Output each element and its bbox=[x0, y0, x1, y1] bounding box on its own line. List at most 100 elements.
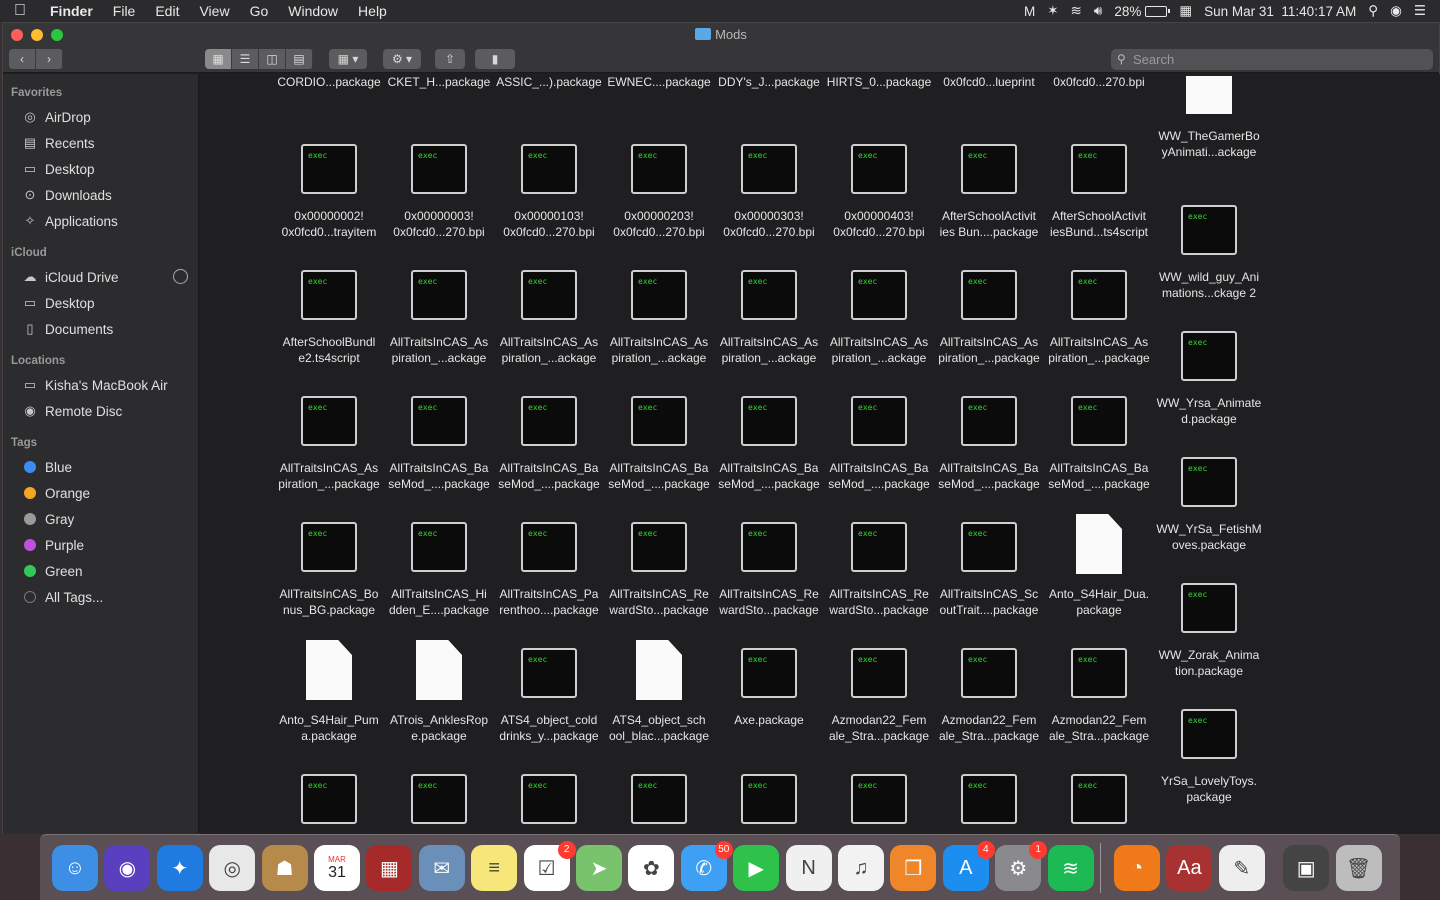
file-item[interactable]: exec AllTraitsInCAS_Ba seMod_....package bbox=[384, 396, 494, 492]
calendar-icon[interactable]: MAR 31 bbox=[314, 845, 360, 891]
file-item[interactable]: exec 0x00000303! 0x0fcd0...270.bpi bbox=[714, 144, 824, 240]
back-button[interactable]: ‹ bbox=[9, 49, 36, 69]
file-item[interactable]: 0x0fcd0...lueprint bbox=[934, 74, 1044, 90]
books-icon[interactable]: ❒ bbox=[890, 845, 937, 891]
file-item[interactable]: exec Azmodan22_Fem ale_Stra...package bbox=[934, 648, 1044, 744]
edit-tags-button[interactable]: ▮ bbox=[475, 49, 515, 69]
sidebar-item-recents[interactable]: ▤ Recents bbox=[3, 130, 198, 156]
file-item[interactable]: WW_TheGamerBo yAnimati...ackage bbox=[1154, 74, 1264, 160]
file-item[interactable]: Anto_S4Hair_Dua. package bbox=[1044, 514, 1154, 618]
icon-view-button[interactable]: ▦ bbox=[205, 49, 232, 69]
file-item[interactable]: exec AllTraitsInCAS_As piration_...package bbox=[274, 396, 384, 492]
bluetooth-icon[interactable]: ✶ bbox=[1047, 3, 1058, 19]
siri-menu-icon[interactable]: ◉ bbox=[1390, 3, 1402, 19]
file-item[interactable]: exec AfterSchoolActivit ies Bun....package bbox=[934, 144, 1044, 240]
sidebar-item-blue[interactable]: Blue bbox=[3, 454, 198, 480]
file-item[interactable]: HIRTS_0...package bbox=[824, 74, 934, 90]
gallery-view-button[interactable]: ▤ bbox=[286, 49, 313, 69]
file-item[interactable]: exec YrSa_LovelyToys. package bbox=[1154, 709, 1264, 805]
notification-center-icon[interactable]: ☰ bbox=[1414, 3, 1426, 19]
list-view-button[interactable]: ☰ bbox=[232, 49, 259, 69]
file-item[interactable]: exec AllTraitsInCAS_As piration_...ackage bbox=[384, 270, 494, 366]
siri-icon[interactable]: ◉ bbox=[104, 845, 151, 891]
file-item[interactable]: exec 0x00000003! 0x0fcd0...270.bpi bbox=[384, 144, 494, 240]
file-item[interactable]: exec AfterSchoolBundl e2.ts4script bbox=[274, 270, 384, 366]
file-item[interactable]: EWNEC....package bbox=[604, 74, 714, 90]
file-item[interactable]: 0x0fcd0...270.bpi bbox=[1044, 74, 1154, 90]
file-item[interactable]: exec WW_Yrsa_Animate d.package bbox=[1154, 331, 1264, 427]
trash-icon[interactable]: 🗑 bbox=[1335, 845, 1382, 891]
file-item[interactable]: exec WW_wild_guy_Ani mations...ckage 2 bbox=[1154, 205, 1264, 301]
file-item[interactable]: exec 0x00000403! 0x0fcd0...270.bpi bbox=[824, 144, 934, 240]
spotify-icon[interactable]: ≋ bbox=[1047, 845, 1094, 891]
file-item[interactable]: exec AllTraitsInCAS_Ba seMod_....package bbox=[824, 396, 934, 492]
sidebar-item-kisha-s-macbook-air[interactable]: ▭ Kisha's MacBook Air bbox=[3, 372, 198, 398]
menu-go[interactable]: Go bbox=[240, 3, 279, 19]
downloads-stack-icon[interactable]: ▣ bbox=[1283, 845, 1330, 891]
file-item[interactable]: DDY's_J...package bbox=[714, 74, 824, 90]
file-item[interactable]: exec ATS4_object_cold drinks_y...package bbox=[494, 648, 604, 744]
column-view-button[interactable]: ◫ bbox=[259, 49, 286, 69]
file-item[interactable]: execBED_TS4 M bbox=[1044, 774, 1154, 834]
sidebar-item-downloads[interactable]: ⊙ Downloads bbox=[3, 182, 198, 208]
file-item[interactable]: exec AllTraitsInCAS_Pa renthoo....package bbox=[494, 522, 604, 618]
sidebar-item-desktop[interactable]: ▭ Desktop bbox=[3, 290, 198, 316]
file-item[interactable]: ATS4_object_sch ool_blac...package bbox=[604, 640, 714, 744]
file-item[interactable]: exec AllTraitsInCAS_Re wardSto...package bbox=[604, 522, 714, 618]
file-item[interactable]: exec AllTraitsInCAS_Ba seMod_....package bbox=[494, 396, 604, 492]
maps-icon[interactable]: ➤ bbox=[576, 845, 622, 891]
file-item[interactable]: exec AllTraitsInCAS_As piration_...ackage bbox=[824, 270, 934, 366]
menu-app-finder[interactable]: Finder bbox=[40, 3, 103, 19]
file-item[interactable]: execBaseball bbox=[604, 774, 714, 834]
sidebar-item-all-tags[interactable]: All Tags... bbox=[3, 584, 198, 610]
sidebar-item-remote-disc[interactable]: ◉ Remote Disc bbox=[3, 398, 198, 424]
vlc-icon[interactable]: ◔ bbox=[1114, 845, 1160, 891]
sidebar-item-desktop[interactable]: ▭ Desktop bbox=[3, 156, 198, 182]
battery-status[interactable]: 28% bbox=[1114, 4, 1171, 19]
app-store-icon[interactable]: A4 bbox=[942, 841, 995, 891]
file-item[interactable]: exec AllTraitsInCAS_Ba seMod_....package bbox=[1044, 396, 1154, 492]
file-item[interactable]: exec AllTraitsInCAS_As piration_...ackage bbox=[494, 270, 604, 366]
menu-window[interactable]: Window bbox=[278, 3, 348, 19]
file-item[interactable]: ATrois_AnklesRop e.package bbox=[384, 640, 494, 744]
malwarebytes-icon[interactable]: M bbox=[1024, 4, 1035, 19]
forward-button[interactable]: › bbox=[36, 49, 63, 69]
file-item[interactable]: Anto_S4Hair_Pum a.package bbox=[274, 640, 384, 744]
contacts-icon[interactable]: ☗ bbox=[261, 845, 308, 891]
file-item[interactable]: exec AfterSchoolActivit iesBund...ts4scrip… bbox=[1044, 144, 1154, 240]
sidebar-item-gray[interactable]: Gray bbox=[3, 506, 198, 532]
file-item[interactable]: exec AllTraitsInCAS_Re wardSto...package bbox=[714, 522, 824, 618]
facetime-icon[interactable]: ▶ bbox=[733, 845, 780, 891]
sidebar-item-orange[interactable]: Orange bbox=[3, 480, 198, 506]
file-item[interactable]: exec AllTraitsInCAS_As piration_...ackage bbox=[714, 270, 824, 366]
file-item[interactable]: exec AllTraitsInCAS_Ba seMod_....package bbox=[604, 396, 714, 492]
wifi-icon[interactable]: ≋ bbox=[1071, 3, 1082, 19]
news-icon[interactable]: N bbox=[785, 845, 832, 891]
file-item[interactable]: execbasementaldrugs. bbox=[934, 774, 1044, 834]
file-item[interactable]: execB-L- bbox=[384, 774, 494, 834]
menu-view[interactable]: View bbox=[189, 3, 239, 19]
file-item[interactable]: execB-L-S_Fade- bbox=[274, 774, 384, 834]
textedit-icon[interactable]: ✎ bbox=[1218, 845, 1265, 891]
volume-icon[interactable]: 🔊︎ bbox=[1094, 3, 1103, 19]
file-item[interactable]: exec AllTraitsInCAS_As piration_...ackage bbox=[604, 270, 714, 366]
file-item[interactable]: exec 0x00000203! 0x0fcd0...270.bpi bbox=[604, 144, 714, 240]
finder-icon[interactable]: ☺ bbox=[52, 845, 98, 891]
music-icon[interactable]: ♫ bbox=[838, 845, 884, 891]
file-item[interactable]: CORDIO...package bbox=[274, 74, 384, 90]
sidebar-item-green[interactable]: Green bbox=[3, 558, 198, 584]
file-item[interactable]: exec AllTraitsInCAS_Ba seMod_....package bbox=[714, 396, 824, 492]
group-by-button[interactable]: ▦ ▾ bbox=[329, 49, 367, 69]
file-item[interactable]: exec AllTraitsInCAS_As piration_...package bbox=[1044, 270, 1154, 366]
file-item[interactable]: execBaseball Bat bbox=[494, 774, 604, 834]
photos-icon[interactable]: ✿ bbox=[628, 845, 675, 891]
dictionary-icon[interactable]: Aa bbox=[1166, 845, 1213, 891]
photo-booth-icon[interactable]: ▦ bbox=[366, 845, 413, 891]
file-item[interactable]: exec AllTraitsInCAS_Hi dden_E....package bbox=[384, 522, 494, 618]
file-item[interactable]: exec AllTraitsInCAS_Bo nus_BG.package bbox=[274, 522, 384, 618]
sidebar-item-documents[interactable]: ▯ Documents bbox=[3, 316, 198, 342]
file-item[interactable]: execBasemental bbox=[714, 774, 824, 834]
spotlight-icon[interactable]: ⚲ bbox=[1368, 3, 1378, 19]
file-item[interactable]: exec Azmodan22_Fem ale_Stra...package bbox=[1044, 648, 1154, 744]
search-field[interactable]: ⚲ Search bbox=[1111, 49, 1433, 70]
